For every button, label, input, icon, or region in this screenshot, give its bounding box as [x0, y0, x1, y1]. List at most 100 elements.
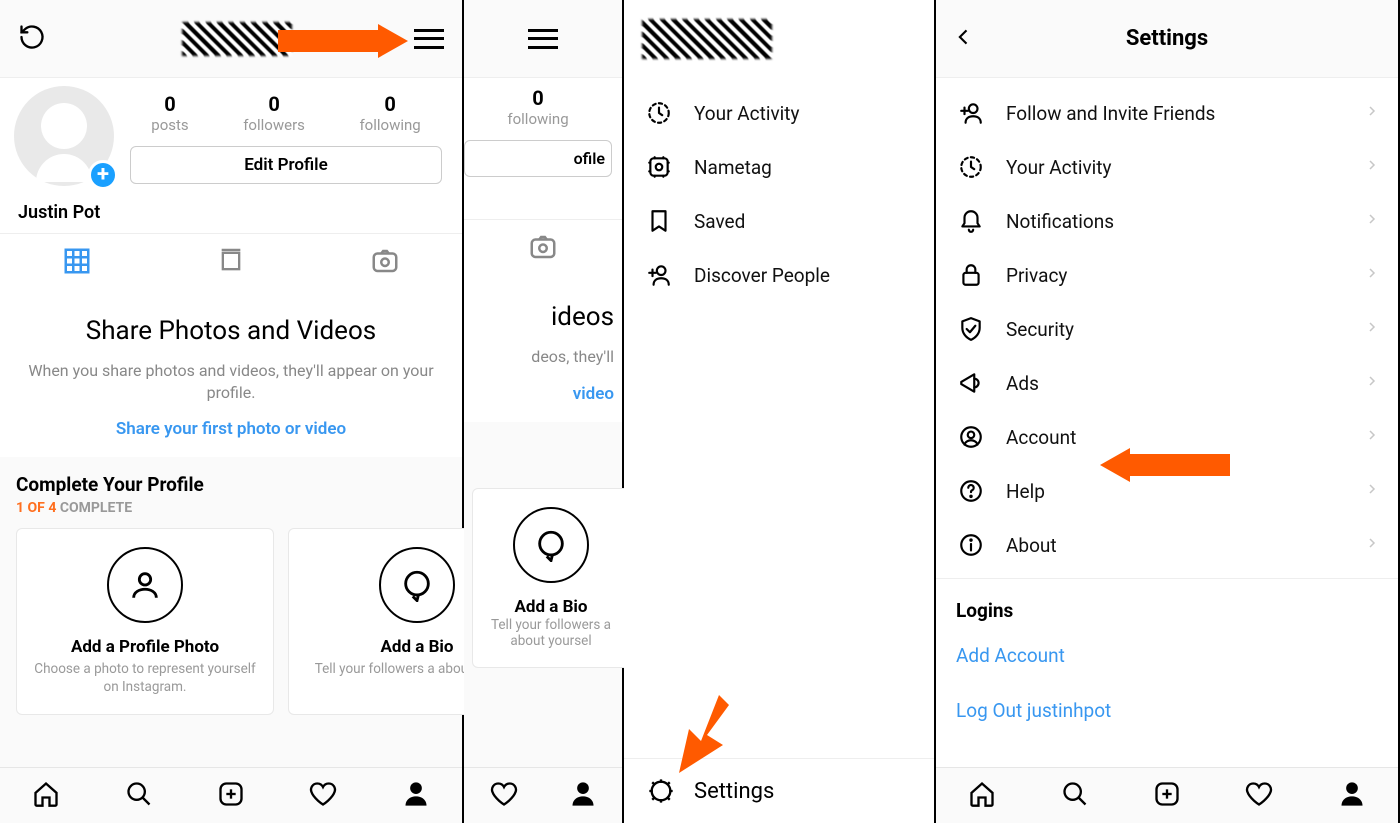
- account-icon: [956, 424, 986, 450]
- complete-progress: 1 OF 4 COMPLETE: [16, 500, 446, 516]
- saved-icon: [644, 208, 674, 234]
- side-menu-screen: Your ActivityNametagSavedDiscover People…: [624, 0, 936, 823]
- bottom-nav: [0, 767, 462, 823]
- avatar[interactable]: +: [14, 86, 124, 196]
- stat-posts[interactable]: 0 posts: [151, 92, 188, 134]
- settings-item-help[interactable]: Help: [936, 464, 1398, 518]
- nav-profile-icon[interactable]: [1338, 780, 1366, 812]
- nav-search-icon[interactable]: [125, 780, 153, 812]
- topbar-sliver: [464, 0, 622, 78]
- settings-menu-item[interactable]: Settings: [624, 758, 934, 823]
- nav-add-icon[interactable]: [1153, 780, 1181, 812]
- nav-heart-icon[interactable]: [309, 780, 337, 812]
- notifications-icon: [956, 208, 986, 234]
- stat-following[interactable]: 0 following: [359, 92, 420, 134]
- activity-icon: [644, 100, 674, 126]
- settings-item-invite[interactable]: Follow and Invite Friends: [936, 86, 1398, 140]
- settings-item-privacy[interactable]: Privacy: [936, 248, 1398, 302]
- user-icon: [107, 547, 183, 623]
- empty-heading: Share Photos and Videos: [26, 316, 436, 346]
- nav-home-icon[interactable]: [32, 780, 60, 812]
- comment-icon: [513, 507, 589, 583]
- logout-link[interactable]: Log Out justinhpot: [936, 683, 1398, 738]
- chevron-right-icon: [1366, 264, 1378, 287]
- settings-item-ads[interactable]: Ads: [936, 356, 1398, 410]
- edit-profile-button[interactable]: Edit Profile: [130, 146, 442, 184]
- profile-topbar: [0, 0, 462, 78]
- bottom-nav: [936, 767, 1398, 823]
- settings-item-security[interactable]: Security: [936, 302, 1398, 356]
- archive-icon[interactable]: [18, 23, 46, 55]
- discover-icon: [644, 262, 674, 288]
- chevron-right-icon: [1366, 156, 1378, 179]
- privacy-icon: [956, 262, 986, 288]
- chevron-right-icon: [1366, 426, 1378, 449]
- profile-screen-sliver: 0 following ofile ideos deos, they'll vi…: [464, 0, 624, 823]
- help-icon: [956, 478, 986, 504]
- tab-tagged[interactable]: [308, 234, 462, 288]
- nav-search-icon[interactable]: [1061, 780, 1089, 812]
- chevron-right-icon: [1366, 534, 1378, 557]
- about-icon: [956, 532, 986, 558]
- nav-heart-icon[interactable]: [1245, 780, 1273, 812]
- settings-label: Settings: [694, 779, 774, 804]
- settings-item-about[interactable]: About: [936, 518, 1398, 572]
- chevron-right-icon: [1366, 372, 1378, 395]
- nametag-icon: [644, 154, 674, 180]
- activity-icon: [956, 154, 986, 180]
- add-story-badge[interactable]: +: [88, 160, 118, 190]
- hamburger-menu-icon[interactable]: [528, 29, 558, 49]
- menu-item-discover[interactable]: Discover People: [624, 248, 934, 302]
- share-first-link-fragment[interactable]: video: [573, 384, 614, 404]
- invite-icon: [956, 100, 986, 126]
- card-add-photo[interactable]: Add a Profile Photo Choose a photo to re…: [16, 528, 274, 715]
- settings-title: Settings: [1126, 26, 1208, 51]
- username-redacted: [60, 22, 414, 56]
- complete-heading: Complete Your Profile: [16, 473, 446, 496]
- settings-topbar: Settings: [936, 0, 1398, 78]
- profile-tabs: [0, 233, 462, 288]
- nav-heart-icon[interactable]: [490, 780, 518, 812]
- menu-item-saved[interactable]: Saved: [624, 194, 934, 248]
- menu-item-activity[interactable]: Your Activity: [624, 86, 934, 140]
- chevron-right-icon: [1366, 480, 1378, 503]
- display-name: Justin Pot: [0, 196, 462, 233]
- menu-item-nametag[interactable]: Nametag: [624, 140, 934, 194]
- empty-body: When you share photos and videos, they'l…: [26, 360, 436, 403]
- tab-grid[interactable]: [0, 234, 154, 288]
- logins-header: Logins: [936, 579, 1398, 628]
- chevron-right-icon: [1366, 318, 1378, 341]
- security-icon: [956, 316, 986, 342]
- settings-list: Follow and Invite FriendsYour ActivityNo…: [936, 78, 1398, 572]
- edit-profile-fragment[interactable]: ofile: [464, 140, 612, 177]
- ads-icon: [956, 370, 986, 396]
- hamburger-menu-icon[interactable]: [414, 29, 444, 49]
- settings-item-activity[interactable]: Your Activity: [936, 140, 1398, 194]
- nav-home-icon[interactable]: [968, 780, 996, 812]
- nav-profile-icon[interactable]: [402, 780, 430, 812]
- chevron-right-icon: [1366, 102, 1378, 125]
- settings-screen: Settings Follow and Invite FriendsYour A…: [936, 0, 1400, 823]
- stat-following[interactable]: 0 following: [507, 86, 568, 128]
- back-chevron-icon[interactable]: [954, 23, 974, 55]
- side-menu-list: Your ActivityNametagSavedDiscover People: [624, 78, 934, 302]
- bottom-nav-sliver: [464, 767, 622, 823]
- settings-item-notifications[interactable]: Notifications: [936, 194, 1398, 248]
- profile-screen: + 0 posts 0 followers 0 following Edit P…: [0, 0, 464, 823]
- profile-header: + 0 posts 0 followers 0 following Edit P…: [0, 78, 462, 196]
- empty-state: Share Photos and Videos When you share p…: [0, 288, 462, 457]
- chevron-right-icon: [1366, 210, 1378, 233]
- username-redacted: [642, 19, 772, 59]
- complete-profile-section: Complete Your Profile 1 OF 4 COMPLETE Ad…: [0, 457, 462, 767]
- nav-add-icon[interactable]: [217, 780, 245, 812]
- nav-profile-icon[interactable]: [569, 780, 597, 812]
- card-add-bio-fragment[interactable]: Add a Bio Tell your followers a about yo…: [472, 488, 630, 668]
- share-first-link[interactable]: Share your first photo or video: [116, 419, 346, 439]
- add-account-link[interactable]: Add Account: [936, 628, 1398, 683]
- tab-tagged[interactable]: [464, 220, 622, 274]
- settings-gear-icon: [646, 777, 676, 805]
- comment-icon: [379, 547, 455, 623]
- stat-followers[interactable]: 0 followers: [243, 92, 305, 134]
- tab-feed[interactable]: [154, 234, 308, 288]
- settings-item-account[interactable]: Account: [936, 410, 1398, 464]
